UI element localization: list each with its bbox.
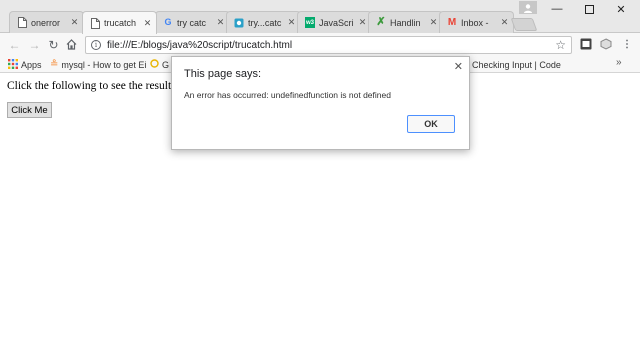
tab-javascript[interactable]: w3 JavaScri ✕ xyxy=(297,11,372,33)
bookmark-label: Checking Input | Code xyxy=(472,59,561,70)
cube-icon[interactable] xyxy=(599,37,613,51)
x-logo-icon: ✗ xyxy=(376,16,386,28)
info-icon[interactable]: i xyxy=(91,40,101,50)
tab-close-icon[interactable]: ✕ xyxy=(70,17,79,28)
tab-try-catch-google[interactable]: G try catc ✕ xyxy=(155,11,230,33)
w3-icon: w3 xyxy=(305,17,315,28)
page-icon xyxy=(90,17,100,29)
alert-dialog: This page says: ✕ An error has occurred:… xyxy=(171,56,470,150)
site-icon xyxy=(234,17,244,28)
dialog-message: An error has occurred: undefinedfunction… xyxy=(184,90,391,100)
close-icon[interactable]: ✕ xyxy=(454,60,463,73)
bookmark-checking-input[interactable]: Checking Input | Code xyxy=(472,58,610,71)
ok-button[interactable]: OK xyxy=(407,115,455,133)
new-tab-button[interactable] xyxy=(510,18,538,31)
minimize-icon[interactable]: — xyxy=(546,2,568,16)
bookmarks-overflow-icon[interactable]: » xyxy=(616,57,622,68)
tab-close-icon[interactable]: ✕ xyxy=(429,17,438,28)
gmail-icon: M xyxy=(447,16,457,28)
address-bar[interactable]: i file:///E:/blogs/java%20script/trucatc… xyxy=(85,36,572,54)
tab-close-icon[interactable]: ✕ xyxy=(216,17,225,28)
tab-title: try catc xyxy=(177,17,207,28)
close-window-icon[interactable]: ✕ xyxy=(610,2,632,16)
title-bar: onerror ✕ trucatch ✕ G try catc ✕ try...… xyxy=(0,0,640,34)
forward-icon[interactable]: → xyxy=(27,37,42,52)
bookmark-g[interactable]: G xyxy=(150,58,170,71)
extension-icon[interactable] xyxy=(579,37,593,51)
circle-icon xyxy=(150,59,159,70)
google-icon: G xyxy=(164,17,172,27)
tab-onerror[interactable]: onerror ✕ xyxy=(9,11,84,33)
tab-close-icon[interactable]: ✕ xyxy=(500,17,509,28)
tab-handling[interactable]: ✗ Handlin ✕ xyxy=(368,11,443,33)
click-me-button[interactable]: Click Me xyxy=(7,102,52,118)
tab-title: Inbox - xyxy=(461,17,489,28)
apps-grid-icon xyxy=(8,58,18,71)
back-icon[interactable]: ← xyxy=(7,37,22,52)
reload-icon[interactable]: ↻ xyxy=(46,37,61,52)
tab-try-catch-site[interactable]: try...catc ✕ xyxy=(226,11,301,33)
tab-close-icon[interactable]: ✕ xyxy=(287,17,296,28)
tab-title: trucatch xyxy=(104,18,137,28)
bookmark-label: mysql - How to get Ei xyxy=(61,59,146,70)
bookmark-label: G xyxy=(162,59,170,70)
star-icon[interactable]: ☆ xyxy=(555,38,566,52)
page-icon xyxy=(17,17,27,28)
toolbar: ← → ↻ i file:///E:/blogs/java%20script/t… xyxy=(0,33,640,56)
bookmark-label: Apps xyxy=(21,59,42,70)
stack-icon: ≗ xyxy=(50,59,59,70)
home-icon[interactable] xyxy=(64,37,79,52)
tab-close-icon[interactable]: ✕ xyxy=(143,18,152,29)
maximize-icon[interactable] xyxy=(578,2,600,16)
tab-title: Handlin xyxy=(390,17,421,28)
url-text: file:///E:/blogs/java%20script/trucatch.… xyxy=(107,39,293,51)
tab-title: JavaScri xyxy=(319,17,354,28)
tab-trucatch[interactable]: trucatch ✕ xyxy=(82,11,157,34)
dialog-title: This page says: xyxy=(184,68,262,80)
tab-title: try...catc xyxy=(248,17,282,28)
bookmark-mysql[interactable]: ≗ mysql - How to get Ei xyxy=(50,58,146,71)
profile-icon[interactable] xyxy=(519,1,537,14)
instruction-text: Click the following to see the result: xyxy=(7,80,175,92)
tab-inbox[interactable]: M Inbox - ✕ xyxy=(439,11,514,33)
tab-title: onerror xyxy=(31,17,61,28)
tab-close-icon[interactable]: ✕ xyxy=(358,17,367,28)
menu-icon[interactable]: ⋮ xyxy=(620,37,634,51)
bookmark-apps[interactable]: Apps xyxy=(8,58,42,71)
